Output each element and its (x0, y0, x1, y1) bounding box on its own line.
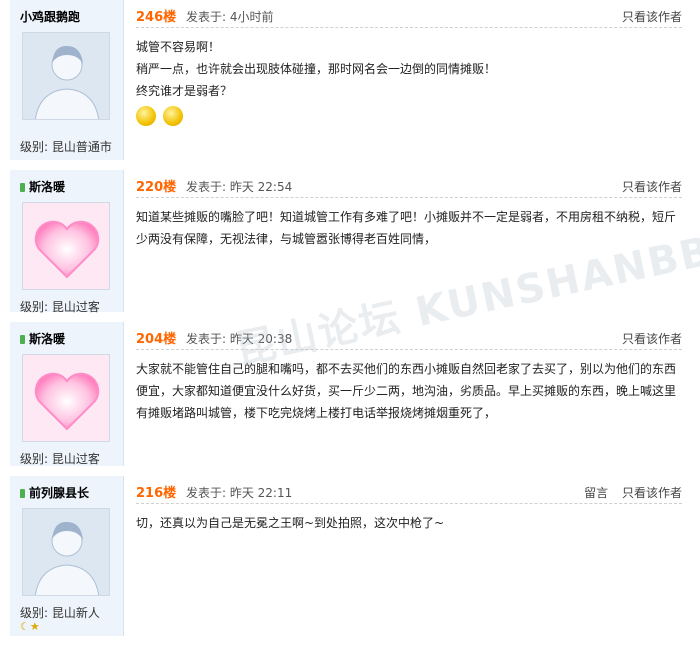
post: 斯洛暖 级别: 昆山过客 220楼 发表于: 昨天 22:54 只看该作者 知道… (0, 170, 700, 314)
heart-avatar[interactable] (22, 354, 110, 442)
username[interactable]: 斯洛暖 (20, 178, 65, 195)
author-sidebar: 斯洛暖 级别: 昆山过客 (10, 170, 124, 314)
post-time: 发表于: 4小时前 (185, 10, 274, 24)
only-author-link[interactable]: 只看该作者 (622, 332, 682, 346)
username[interactable]: 斯洛暖 (20, 330, 65, 347)
only-author-link[interactable]: 只看该作者 (622, 486, 682, 500)
post-content: 大家就不能管住自己的腿和嘴吗，都不去买他们的东西小摊贩自然回老家了去买了，别以为… (136, 362, 677, 420)
moon-star-badges-icon: ☾★ (20, 620, 40, 633)
floor-number[interactable]: 204楼 (136, 332, 176, 347)
username[interactable]: 前列腺县长 (20, 484, 89, 501)
floor-number[interactable]: 220楼 (136, 180, 176, 195)
leave-message-link[interactable]: 留言 (584, 486, 608, 500)
smiley-emoji-icon (162, 105, 183, 126)
user-level: 级别: 昆山过客 (20, 300, 100, 314)
smiley-emoji-icon (136, 105, 156, 126)
floor-number[interactable]: 246楼 (136, 10, 176, 25)
author-sidebar: 斯洛暖 级别: 昆山过客 (10, 322, 124, 466)
post-content: 城管不容易啊！ 稍严一点，也许就会出现肢体碰撞，那时网名会一边倒的同情摊贩！ 终… (136, 36, 682, 126)
post: 小鸡跟鹅跑 级别: 昆山普通市 246楼 发表于: 4小时前 只看该作者 城管不… (0, 0, 700, 160)
post-time: 发表于: 昨天 22:54 (185, 180, 293, 194)
post: 斯洛暖 级别: 昆山过客 204楼 发表于: 昨天 20:38 只看该作者 大家… (0, 322, 700, 466)
person-avatar[interactable] (22, 508, 110, 596)
post-content: 知道某些摊贩的嘴脸了吧！知道城管工作有多难了吧！小摊贩并不一定是弱者，不用房租不… (136, 210, 677, 246)
only-author-link[interactable]: 只看该作者 (622, 10, 682, 24)
post-time: 发表于: 昨天 22:11 (185, 486, 293, 500)
user-level: 级别: 昆山新人 (20, 606, 100, 620)
post-content: 切，还真以为自己是无冕之王啊~到处拍照，这次中枪了~ (136, 516, 445, 530)
heart-avatar[interactable] (22, 202, 110, 290)
user-level: 级别: 昆山过客 (20, 452, 100, 466)
floor-number[interactable]: 216楼 (136, 486, 176, 501)
user-level: 级别: 昆山普通市 (20, 140, 112, 154)
only-author-link[interactable]: 只看该作者 (622, 180, 682, 194)
person-avatar[interactable] (22, 32, 110, 120)
author-sidebar: 小鸡跟鹅跑 级别: 昆山普通市 (10, 0, 124, 160)
post: 前列腺县长 级别: 昆山新人 ☾★ 216楼 发表于: 昨天 22:11 留言 … (0, 476, 700, 636)
author-sidebar: 前列腺县长 级别: 昆山新人 ☾★ (10, 476, 124, 636)
post-time: 发表于: 昨天 20:38 (185, 332, 293, 346)
username[interactable]: 小鸡跟鹅跑 (20, 8, 80, 25)
